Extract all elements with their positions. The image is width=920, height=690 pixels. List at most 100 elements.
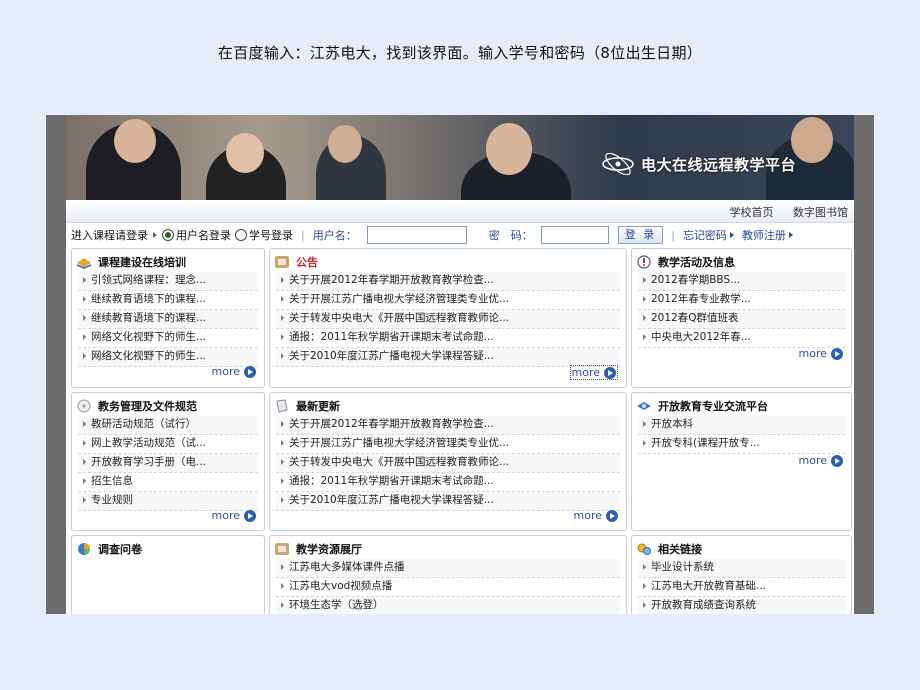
list-item-text: 关于开展2012年春学期开放教育教学检查... bbox=[289, 418, 494, 430]
atom-logo-icon bbox=[602, 153, 634, 175]
more-link-text: more bbox=[211, 365, 241, 378]
divider: | bbox=[671, 228, 675, 242]
list-item[interactable]: 2012年春专业教学... bbox=[638, 291, 845, 310]
list-item-text: 继续教育语境下的课程... bbox=[91, 312, 207, 324]
list-item-text: 网上教学活动规范（试... bbox=[91, 437, 207, 449]
list-item[interactable]: 江苏电大vod视频点播 bbox=[276, 578, 620, 597]
list-item[interactable]: 毕业设计系统 bbox=[638, 559, 845, 578]
arrow-circle-icon bbox=[604, 366, 616, 379]
more-link[interactable]: more bbox=[569, 365, 618, 380]
forgot-password-link[interactable]: 忘记密码 bbox=[683, 227, 727, 243]
list-item[interactable]: 关于开展江苏广播电视大学经济管理类专业优... bbox=[276, 435, 620, 454]
radio-studentid-label[interactable]: 学号登录 bbox=[249, 227, 293, 243]
list-item-text: 2012春Q群值班表 bbox=[651, 312, 739, 324]
more-link[interactable]: more bbox=[211, 365, 256, 378]
gallery-icon bbox=[275, 543, 289, 555]
bullet-arrow-icon bbox=[643, 440, 646, 446]
panel-title: 最新更新 bbox=[274, 398, 340, 414]
list-item[interactable]: 网上教学活动规范（试... bbox=[78, 435, 258, 454]
list-item[interactable]: 引领式网络课程：理念... bbox=[78, 272, 258, 291]
banner-photo-figure bbox=[114, 119, 156, 163]
more-link[interactable]: more bbox=[573, 509, 618, 522]
username-input[interactable] bbox=[366, 226, 467, 244]
list-item-text: 江苏电大开放教育基础... bbox=[651, 580, 767, 592]
teacher-register-link[interactable]: 教师注册 bbox=[742, 227, 786, 243]
panel-title: 调查问卷 bbox=[76, 541, 142, 557]
notice-board-icon bbox=[275, 256, 289, 268]
panel-title-text: 教学活动及信息 bbox=[658, 256, 735, 269]
password-input[interactable] bbox=[540, 226, 609, 244]
login-button[interactable]: 登 录 bbox=[617, 226, 664, 244]
list-item-text: 招生信息 bbox=[91, 475, 133, 487]
pie-chart-icon bbox=[78, 543, 91, 555]
banner-photo-figure bbox=[226, 133, 264, 173]
list-item[interactable]: 开放教育成绩查询系统 bbox=[638, 597, 845, 614]
list-item-text: 环境生态学（选登） bbox=[289, 599, 384, 611]
list-item-text: 关于开展江苏广播电视大学经济管理类专业优... bbox=[289, 293, 510, 305]
bullet-arrow-icon bbox=[83, 497, 86, 503]
list-item[interactable]: 关于2010年度江苏广播电视大学课程答疑... bbox=[276, 348, 620, 367]
panel-title: 教学资源展厅 bbox=[274, 541, 362, 557]
radio-username-label[interactable]: 用户名登录 bbox=[176, 227, 231, 243]
more-link[interactable]: more bbox=[212, 509, 256, 522]
list-item[interactable]: 通报：2011年秋学期省开课期末考试命题... bbox=[276, 473, 620, 492]
list-item-text: 江苏电大vod视频点播 bbox=[289, 580, 393, 592]
list-item[interactable]: 中央电大2012年春... bbox=[638, 329, 845, 348]
login-prompt: 进入课程请登录 bbox=[71, 229, 148, 242]
list-item[interactable]: 关于2010年度江苏广播电视大学课程答疑... bbox=[276, 492, 620, 511]
bullet-arrow-icon bbox=[281, 334, 284, 340]
bullet-arrow-icon bbox=[281, 353, 284, 359]
list-item[interactable]: 江苏电大开放教育基础... bbox=[638, 578, 845, 597]
nav-link-home[interactable]: 学校首页 bbox=[730, 206, 774, 219]
panel-title-text: 相关链接 bbox=[658, 543, 702, 556]
list-item[interactable]: 2012春学期BBS... bbox=[638, 272, 845, 291]
list-item[interactable]: 网络文化视野下的师生... bbox=[78, 329, 258, 348]
list-item-text: 2012春学期BBS... bbox=[651, 274, 741, 286]
bullet-arrow-icon bbox=[281, 564, 284, 570]
slide-caption: 在百度输入：江苏电大，找到该界面。输入学号和密码（8位出生日期） bbox=[217, 44, 703, 62]
list-item[interactable]: 继续教育语境下的课程... bbox=[78, 291, 258, 310]
bullet-arrow-icon bbox=[281, 497, 284, 503]
list-item[interactable]: 开放教育学习手册（电... bbox=[78, 454, 258, 473]
bullet-arrow-icon bbox=[83, 315, 86, 321]
arrow-right-icon bbox=[153, 232, 157, 238]
panel-title: 课程建设在线培训 bbox=[76, 254, 186, 270]
bullet-arrow-icon bbox=[83, 296, 86, 302]
panel-title-text: 教学资源展厅 bbox=[296, 543, 362, 556]
panel-title: 教学活动及信息 bbox=[636, 254, 735, 270]
list-item[interactable]: 教研活动规范（试行） bbox=[78, 416, 258, 435]
list-item[interactable]: 关于开展2012年春学期开放教育教学检查... bbox=[276, 416, 620, 435]
list-item[interactable]: 江苏电大多媒体课件点播 bbox=[276, 559, 620, 578]
brand-text: 电大在线远程教学平台 bbox=[641, 155, 797, 174]
panel-title-text: 教务管理及文件规范 bbox=[98, 400, 197, 413]
list-item[interactable]: 关于开展2012年春学期开放教育教学检查... bbox=[276, 272, 620, 291]
list-item[interactable]: 继续教育语境下的课程... bbox=[78, 310, 258, 329]
list-item[interactable]: 开放专科(课程开放专... bbox=[638, 435, 845, 454]
list-item[interactable]: 2012春Q群值班表 bbox=[638, 310, 845, 329]
list-item-text: 毕业设计系统 bbox=[651, 561, 714, 573]
more-link[interactable]: more bbox=[799, 454, 843, 467]
list-item[interactable]: 关于开展江苏广播电视大学经济管理类专业优... bbox=[276, 291, 620, 310]
list-item[interactable]: 招生信息 bbox=[78, 473, 258, 492]
list-item[interactable]: 通报：2011年秋学期省开课期末考试命题... bbox=[276, 329, 620, 348]
list-item[interactable]: 关于转发中央电大《开展中国远程教育教师论... bbox=[276, 454, 620, 473]
more-link-text: more bbox=[573, 509, 603, 522]
list-item-text: 网络文化视野下的师生... bbox=[91, 331, 207, 343]
list-item-text: 关于开展江苏广播电视大学经济管理类专业优... bbox=[289, 437, 510, 449]
radio-username-login[interactable] bbox=[162, 229, 174, 241]
list-item[interactable]: 开放本科 bbox=[638, 416, 845, 435]
panel-title-text: 最新更新 bbox=[296, 400, 340, 413]
disc-icon bbox=[77, 399, 91, 413]
radio-studentid-login[interactable] bbox=[235, 229, 247, 241]
portal-page: 电大在线远程教学平台 学校首页 数字图书馆 进入课程请登录 用户名登录 学号登录… bbox=[66, 115, 854, 614]
list-item[interactable]: 关于转发中央电大《开展中国远程教育教师论... bbox=[276, 310, 620, 329]
panel-title-text: 开放教育专业交流平台 bbox=[658, 400, 768, 413]
more-link[interactable]: more bbox=[799, 347, 843, 360]
bullet-arrow-icon bbox=[83, 334, 86, 340]
gears-icon bbox=[637, 543, 651, 555]
nav-link-library[interactable]: 数字图书馆 bbox=[793, 206, 848, 219]
list-item-text: 开放教育成绩查询系统 bbox=[651, 599, 756, 611]
list-item-text: 江苏电大多媒体课件点播 bbox=[289, 561, 405, 573]
bullet-arrow-icon bbox=[281, 315, 284, 321]
list-item[interactable]: 环境生态学（选登） bbox=[276, 597, 620, 614]
